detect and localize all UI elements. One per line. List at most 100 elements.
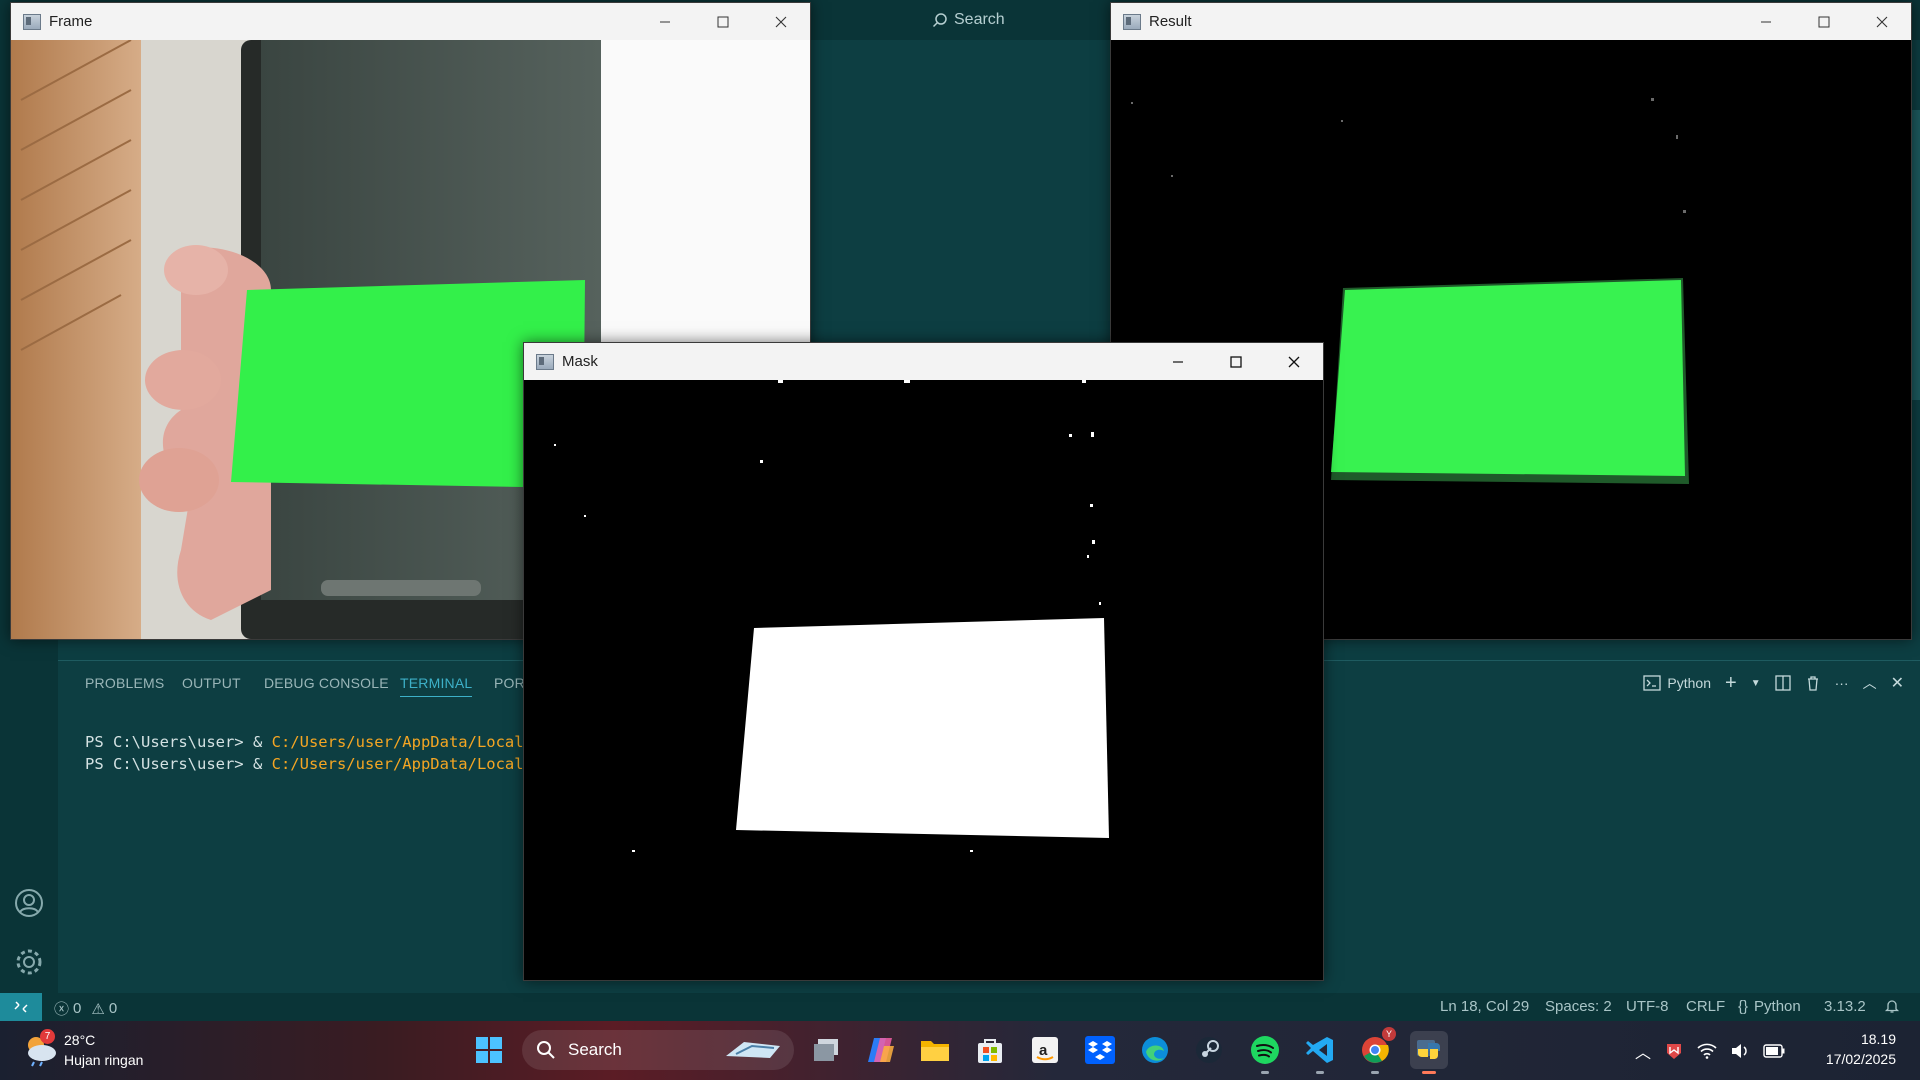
chevron-down-icon[interactable]: ▼ [1751,678,1761,689]
taskbar-search[interactable]: Search [522,1030,794,1070]
new-terminal-plus-icon[interactable]: + [1725,672,1737,695]
running-indicator [1316,1071,1324,1074]
weather-badge: 7 [40,1029,55,1044]
minimize-button[interactable] [636,3,694,40]
tab-terminal[interactable]: TERMINAL [400,675,473,697]
terminal-profile-button[interactable]: Python [1643,675,1711,691]
maximize-button[interactable] [1207,343,1265,380]
copilot-icon [868,1038,894,1062]
taskbar-app-copilot[interactable] [862,1031,900,1069]
taskbar-app-python[interactable] [1410,1031,1448,1074]
panel-actions: Python + ▼ ··· ︿ ✕ [1643,671,1904,695]
clock-date: 17/02/2025 [1825,1051,1896,1067]
warning-icon: ⚠ [91,1000,105,1018]
search-icon [932,13,947,28]
volume-icon[interactable] [1731,1043,1749,1059]
app-icon [1123,13,1141,30]
store-icon [978,1039,1002,1063]
remote-indicator[interactable] [0,993,42,1021]
indentation[interactable]: Spaces: 2 [1545,998,1612,1015]
terminal-icon [1643,675,1662,691]
weather-desc: Hujan ringan [64,1052,144,1068]
encoding[interactable]: UTF-8 [1626,998,1669,1015]
wifi-icon[interactable] [1697,1043,1717,1059]
window-title: Frame [49,13,93,30]
python-interpreter[interactable]: 3.13.2 [1824,998,1866,1015]
running-indicator [1371,1071,1379,1074]
tab-output[interactable]: OUTPUT [182,675,241,691]
close-panel-icon[interactable]: ✕ [1891,673,1904,693]
python-icon [1417,1040,1440,1059]
window-title: Mask [562,353,598,370]
maximize-button[interactable] [694,3,752,40]
problems-indicator[interactable]: ⓧ 0 ⚠ 0 [54,998,117,1019]
braces-icon: {} [1738,998,1749,1015]
minimize-button[interactable] [1149,343,1207,380]
mask-window[interactable]: Mask [523,342,1324,981]
error-icon: ⓧ [54,1001,70,1018]
system-tray: ︿ [1635,1031,1785,1071]
taskbar-app-steam[interactable] [1190,1031,1228,1069]
mask-image [524,380,1323,980]
gear-icon[interactable] [13,946,45,978]
language-mode[interactable]: {} Python [1738,998,1801,1015]
accounts-icon[interactable] [13,887,45,919]
running-indicator [1422,1071,1436,1074]
shield-icon[interactable] [1665,1042,1683,1060]
system-clock[interactable]: 18.19 17/02/2025 [1796,1029,1896,1069]
taskbar-app-dropbox[interactable] [1081,1031,1119,1069]
command-center-label: Search [954,11,1005,28]
taskbar-search-label: Search [568,1040,622,1059]
maximize-button[interactable] [1795,3,1853,40]
taskbar-app-store[interactable] [971,1031,1009,1069]
cursor-position[interactable]: Ln 18, Col 29 [1440,998,1529,1015]
app-icon [536,353,554,370]
search-highlight-icon [726,1042,780,1058]
chrome-profile-badge: Y [1382,1027,1396,1041]
terminal-line: PS C:\Users\user> & C:/Users/user/AppDat… [85,755,543,773]
terminal-output[interactable]: PS C:\Users\user> & C:/Users/user/AppDat… [85,709,542,819]
taskbar: 7 28°C Hujan ringan Search a Y ︿ 18.19 1… [0,1021,1920,1080]
command-center-search[interactable]: Search [932,9,1132,31]
vscode-icon [1306,1037,1333,1063]
dropbox-icon [1085,1036,1115,1064]
weather-widget[interactable]: 7 28°C Hujan ringan [22,1029,182,1073]
windows-logo-icon [476,1037,502,1063]
split-terminal-icon[interactable] [1774,675,1791,691]
frame-titlebar[interactable]: Frame [11,3,810,40]
mask-titlebar[interactable]: Mask [524,343,1323,380]
amazon-icon: a [1032,1037,1058,1063]
tab-problems[interactable]: PROBLEMS [85,675,164,691]
taskbar-app-spotify[interactable] [1246,1031,1284,1074]
terminal-line: PS C:\Users\user> & C:/Users/user/AppDat… [85,733,543,751]
minimize-button[interactable] [1737,3,1795,40]
task-view-icon [814,1039,838,1061]
search-icon [537,1041,555,1059]
close-button[interactable] [752,3,810,40]
taskbar-app-vscode[interactable] [1301,1031,1339,1074]
end-of-line[interactable]: CRLF [1686,998,1725,1015]
spotify-icon [1251,1036,1279,1064]
taskbar-app-file-explorer[interactable] [916,1031,954,1069]
close-button[interactable] [1853,3,1911,40]
taskbar-app-task-view[interactable] [807,1031,845,1069]
edge-icon [1142,1037,1168,1063]
result-titlebar[interactable]: Result [1111,3,1911,40]
tab-debug-console[interactable]: DEBUG CONSOLE [264,675,389,691]
battery-icon[interactable] [1763,1044,1785,1058]
more-actions-icon[interactable]: ··· [1835,675,1849,691]
status-bar: ⓧ 0 ⚠ 0 Ln 18, Col 29 Spaces: 2 UTF-8 CRLF… [0,993,1920,1021]
chevron-up-icon[interactable]: ︿ [1635,1039,1651,1063]
bell-icon[interactable] [1884,998,1900,1018]
taskbar-app-chrome[interactable]: Y [1356,1027,1396,1074]
remote-icon [14,1001,28,1013]
running-indicator [1261,1071,1269,1074]
chevron-up-icon[interactable]: ︿ [1863,673,1877,693]
taskbar-app-edge[interactable] [1136,1031,1174,1069]
weather-temp: 28°C [64,1032,96,1048]
close-button[interactable] [1265,343,1323,380]
start-button[interactable] [470,1031,508,1069]
folder-icon [921,1041,949,1061]
trash-icon[interactable] [1805,675,1821,691]
taskbar-app-amazon[interactable]: a [1026,1031,1064,1069]
